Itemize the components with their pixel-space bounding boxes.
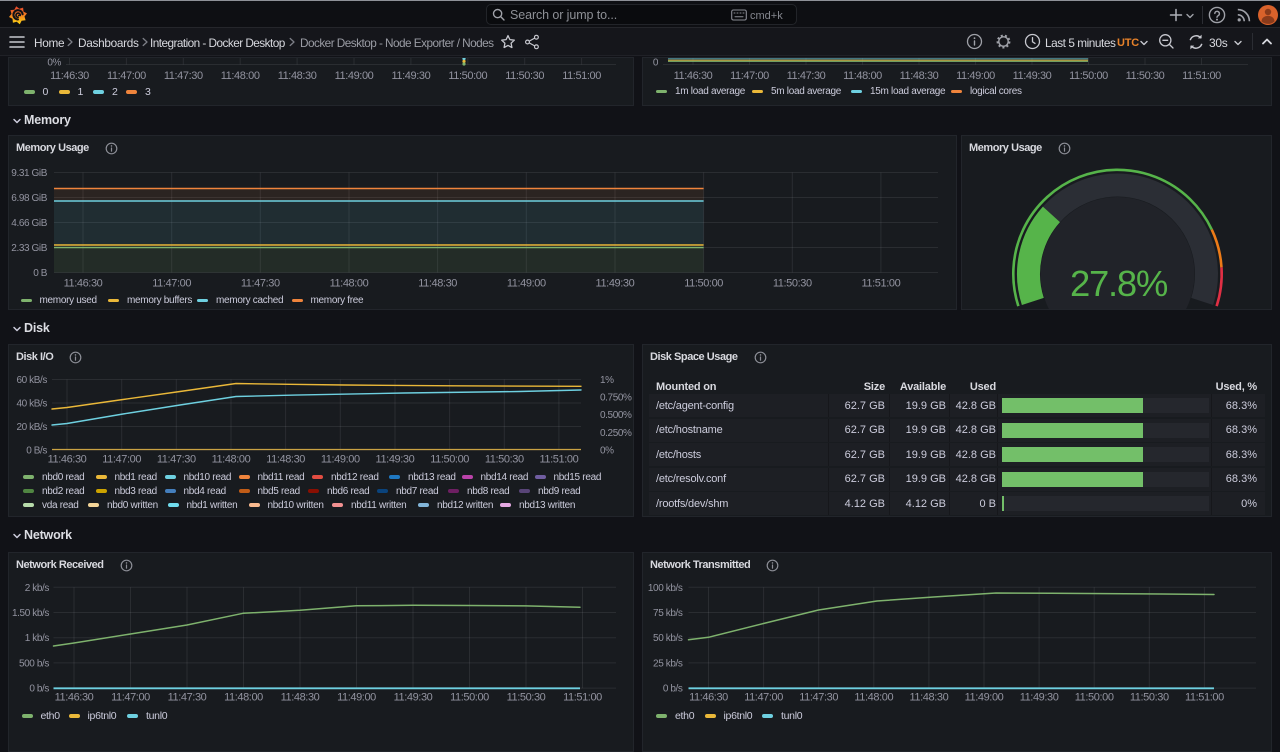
svg-text:11:49:30: 11:49:30 xyxy=(391,70,430,82)
svg-text:11:47:30: 11:47:30 xyxy=(241,278,280,290)
svg-text:11:50:00: 11:50:00 xyxy=(1075,692,1114,704)
svg-text:75 kb/s: 75 kb/s xyxy=(653,608,683,619)
svg-text:6.98 GiB: 6.98 GiB xyxy=(11,193,47,204)
svg-text:11:47:00: 11:47:00 xyxy=(111,692,150,704)
svg-text:11:50:00: 11:50:00 xyxy=(684,278,723,290)
svg-text:11:49:30: 11:49:30 xyxy=(1020,692,1059,704)
svg-text:0 B/s: 0 B/s xyxy=(26,446,47,457)
svg-text:11:50:00: 11:50:00 xyxy=(430,454,469,466)
svg-text:11:49:00: 11:49:00 xyxy=(335,70,374,82)
svg-text:11:46:30: 11:46:30 xyxy=(674,70,713,82)
svg-text:11:48:30: 11:48:30 xyxy=(900,70,939,82)
svg-text:11:51:00: 11:51:00 xyxy=(562,70,601,82)
svg-text:4.66 GiB: 4.66 GiB xyxy=(11,218,47,229)
svg-text:500 b/s: 500 b/s xyxy=(19,658,49,669)
svg-text:11:49:30: 11:49:30 xyxy=(376,454,415,466)
svg-text:20 kB/s: 20 kB/s xyxy=(16,422,47,433)
svg-text:11:50:30: 11:50:30 xyxy=(485,454,524,466)
svg-text:11:48:00: 11:48:00 xyxy=(224,692,263,704)
svg-text:11:49:30: 11:49:30 xyxy=(394,692,433,704)
svg-text:25 kb/s: 25 kb/s xyxy=(653,658,683,669)
svg-text:9.31 GiB: 9.31 GiB xyxy=(11,168,47,179)
svg-text:0 b/s: 0 b/s xyxy=(663,684,683,695)
svg-text:27.8%: 27.8% xyxy=(1070,263,1168,304)
svg-text:11:51:00: 11:51:00 xyxy=(540,454,579,466)
svg-text:11:49:30: 11:49:30 xyxy=(1013,70,1052,82)
svg-text:0%: 0% xyxy=(600,446,614,457)
svg-text:0 B: 0 B xyxy=(33,268,48,279)
svg-text:11:49:00: 11:49:00 xyxy=(321,454,360,466)
svg-text:11:48:00: 11:48:00 xyxy=(330,278,369,290)
svg-text:0: 0 xyxy=(653,58,659,69)
svg-text:0.750%: 0.750% xyxy=(600,393,632,404)
svg-text:11:50:00: 11:50:00 xyxy=(448,70,487,82)
svg-text:11:48:30: 11:48:30 xyxy=(281,692,320,704)
svg-text:11:49:00: 11:49:00 xyxy=(956,70,995,82)
svg-text:11:46:30: 11:46:30 xyxy=(64,278,103,290)
svg-text:60 kB/s: 60 kB/s xyxy=(16,375,47,386)
svg-text:11:47:00: 11:47:00 xyxy=(744,692,783,704)
svg-text:11:49:30: 11:49:30 xyxy=(596,278,635,290)
svg-text:11:47:00: 11:47:00 xyxy=(152,278,191,290)
svg-text:11:48:30: 11:48:30 xyxy=(909,692,948,704)
svg-text:11:48:00: 11:48:00 xyxy=(221,70,260,82)
svg-text:0.500%: 0.500% xyxy=(600,410,632,421)
svg-text:11:50:30: 11:50:30 xyxy=(773,278,812,290)
svg-text:50 kb/s: 50 kb/s xyxy=(653,633,683,644)
svg-text:2.33 GiB: 2.33 GiB xyxy=(11,243,47,254)
svg-text:1.50 kb/s: 1.50 kb/s xyxy=(12,608,49,619)
svg-text:11:46:30: 11:46:30 xyxy=(55,692,94,704)
svg-text:11:47:30: 11:47:30 xyxy=(787,70,826,82)
svg-text:11:51:00: 11:51:00 xyxy=(862,278,901,290)
svg-text:11:51:00: 11:51:00 xyxy=(1185,692,1224,704)
svg-text:11:47:30: 11:47:30 xyxy=(164,70,203,82)
svg-text:11:47:30: 11:47:30 xyxy=(799,692,838,704)
svg-text:11:50:00: 11:50:00 xyxy=(1069,70,1108,82)
svg-text:11:48:30: 11:48:30 xyxy=(418,278,457,290)
svg-text:11:47:00: 11:47:00 xyxy=(107,70,146,82)
svg-text:11:50:00: 11:50:00 xyxy=(450,692,489,704)
svg-text:11:47:00: 11:47:00 xyxy=(102,454,141,466)
svg-text:11:49:00: 11:49:00 xyxy=(507,278,546,290)
svg-text:11:47:00: 11:47:00 xyxy=(730,70,769,82)
svg-text:11:48:00: 11:48:00 xyxy=(212,454,251,466)
svg-text:0%: 0% xyxy=(47,58,61,69)
svg-text:11:46:30: 11:46:30 xyxy=(50,70,89,82)
svg-text:1 kb/s: 1 kb/s xyxy=(25,633,50,644)
svg-text:11:50:30: 11:50:30 xyxy=(507,692,546,704)
svg-text:11:48:30: 11:48:30 xyxy=(278,70,317,82)
svg-text:11:48:30: 11:48:30 xyxy=(266,454,305,466)
svg-text:100 kb/s: 100 kb/s xyxy=(648,583,683,594)
svg-text:11:48:00: 11:48:00 xyxy=(843,70,882,82)
svg-text:11:47:30: 11:47:30 xyxy=(168,692,207,704)
svg-text:40 kB/s: 40 kB/s xyxy=(16,399,47,410)
svg-text:11:50:30: 11:50:30 xyxy=(1130,692,1169,704)
svg-text:0.250%: 0.250% xyxy=(600,428,632,439)
svg-text:11:50:30: 11:50:30 xyxy=(1126,70,1165,82)
svg-text:11:49:00: 11:49:00 xyxy=(337,692,376,704)
svg-text:11:46:30: 11:46:30 xyxy=(689,692,728,704)
svg-text:1%: 1% xyxy=(600,375,614,386)
svg-text:2 kb/s: 2 kb/s xyxy=(25,583,50,594)
svg-text:11:49:00: 11:49:00 xyxy=(965,692,1004,704)
svg-text:11:48:00: 11:48:00 xyxy=(854,692,893,704)
svg-text:0 b/s: 0 b/s xyxy=(29,684,49,695)
svg-text:11:46:30: 11:46:30 xyxy=(48,454,87,466)
svg-text:11:51:00: 11:51:00 xyxy=(1182,70,1221,82)
svg-text:11:50:30: 11:50:30 xyxy=(505,70,544,82)
svg-text:11:47:30: 11:47:30 xyxy=(157,454,196,466)
svg-text:11:51:00: 11:51:00 xyxy=(563,692,602,704)
